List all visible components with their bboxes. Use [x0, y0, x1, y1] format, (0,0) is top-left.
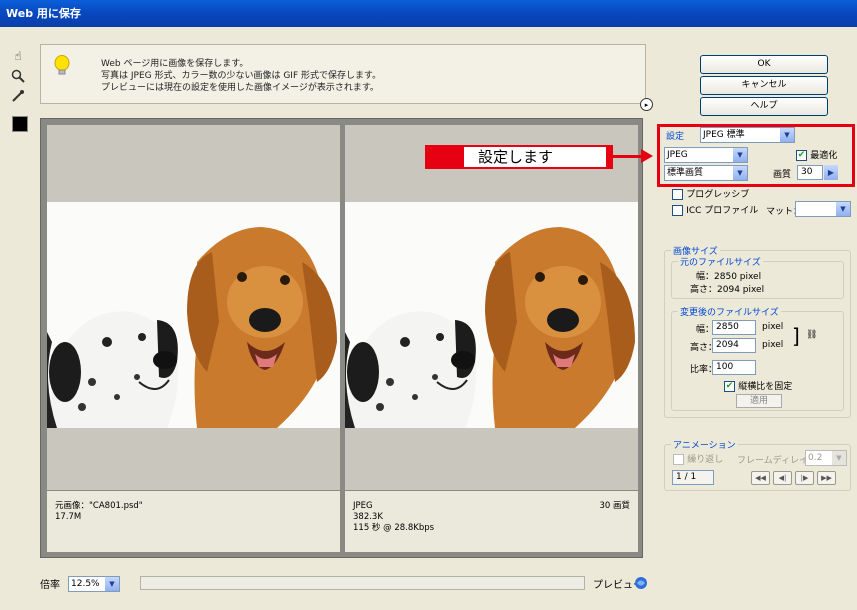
progressive-checkbox[interactable]: プログレッシブ [672, 187, 749, 200]
loop-checkbox[interactable]: 繰り返し [673, 452, 723, 465]
hand-tool-icon[interactable]: ☝ [8, 46, 28, 66]
cancel-button[interactable]: キャンセル [700, 76, 828, 95]
chevron-down-icon: ▼ [836, 202, 850, 216]
callout-label: 設定します [425, 145, 613, 169]
frame-delay-value: 0.2 [808, 453, 823, 463]
checkmark-icon: ✔ [724, 380, 735, 392]
original-size-title: 元のファイルサイズ [678, 255, 763, 268]
new-height-input[interactable]: 2094 [712, 338, 756, 353]
preview-band-bottom [47, 428, 340, 490]
optimized-filesize: 382.3K [353, 512, 383, 522]
matte-select[interactable]: ▼ [795, 201, 851, 217]
orig-height-value: 2094 pixel [717, 285, 765, 295]
original-filesize: 17.7M [55, 512, 82, 522]
animation-title: アニメーション [671, 438, 738, 451]
icc-profile-checkbox[interactable]: ICC プロファイル [672, 203, 758, 216]
ratio-input[interactable]: 100 [712, 360, 756, 375]
original-filename: 元画像："CA801.psd" [55, 501, 143, 511]
save-for-web-window: Web 用に保存 ☝ Web ページ用に画像を保存します。 写真は JPEG 形… [0, 0, 857, 610]
original-size-group: 元のファイルサイズ 幅：2850 pixel 高さ：2094 pixel [671, 255, 844, 299]
link-bracket-icon: ] [792, 324, 800, 348]
zoom-value: 12.5% [71, 579, 100, 589]
info-panel: Web ページ用に画像を保存します。 写真は JPEG 形式、カラー数の少ない画… [40, 44, 646, 104]
zoom-select[interactable]: 12.5% ▼ [68, 576, 120, 592]
eyedropper-tool-icon[interactable] [8, 86, 28, 106]
callout-arrow-icon [641, 149, 653, 163]
icc-profile-label: ICC プロファイル [686, 206, 759, 216]
original-preview-caption: 元画像："CA801.psd" 17.7M [47, 490, 340, 552]
width-unit: pixel [762, 322, 784, 332]
checkbox-empty-icon [672, 204, 683, 216]
ok-button[interactable]: OK [700, 55, 828, 74]
optimized-format: JPEG [353, 501, 373, 511]
original-preview-pane[interactable]: 元画像："CA801.psd" 17.7M [47, 125, 340, 552]
optimized-download-time: 115 秒 @ 28.8Kbps [353, 523, 435, 533]
lightbulb-icon [53, 55, 71, 77]
orig-width-label: 幅： [696, 272, 715, 282]
bottom-bar: 倍率 12.5% ▼ プレビュー [40, 574, 650, 594]
eyedropper-color-swatch[interactable] [12, 116, 28, 132]
preview-area: 元画像："CA801.psd" 17.7M JPEG 382.3K 115 秒 … [40, 118, 643, 558]
preview-menu-icon[interactable]: ▸ [640, 98, 653, 111]
orig-width-value: 2850 pixel [714, 272, 762, 282]
zoom-tool-icon[interactable] [8, 66, 28, 86]
checkbox-empty-icon [672, 188, 683, 200]
next-frame-icon[interactable]: |▶ [795, 471, 814, 485]
frame-delay-select[interactable]: 0.2 ▼ [805, 450, 847, 466]
height-unit: pixel [762, 340, 784, 350]
optimized-preview-pane[interactable]: JPEG 382.3K 115 秒 @ 28.8Kbps 30 画質 [345, 125, 638, 552]
loop-label: 繰り返し [687, 455, 724, 465]
preview-band-bottom [345, 428, 638, 490]
status-bar [140, 576, 585, 590]
frame-delay-label: フレームディレイ [737, 456, 809, 466]
first-frame-icon[interactable]: ◀◀ [751, 471, 770, 485]
chain-link-icon: ⛓ [806, 330, 818, 340]
tool-column: ☝ [8, 46, 30, 106]
new-size-group: 変更後のファイルサイズ 幅： 2850 pixel 高さ： 2094 pixel… [671, 305, 844, 411]
constrain-label: 縦横比を固定 [738, 382, 793, 392]
optimized-quality: 30 画質 [599, 501, 630, 511]
zoom-label: 倍率 [40, 580, 60, 591]
help-button[interactable]: ヘルプ [700, 97, 828, 116]
info-line-1: Web ページ用に画像を保存します。 [101, 59, 249, 69]
info-line-3: プレビューには現在の設定を使用した画像イメージが表示されます。 [101, 83, 379, 93]
constrain-checkbox[interactable]: ✔ 縦横比を固定 [724, 379, 792, 392]
original-dog-photo [47, 202, 340, 428]
orig-height-label: 高さ： [690, 285, 718, 295]
preview-band-top [47, 125, 340, 202]
new-size-title: 変更後のファイルサイズ [678, 305, 781, 318]
image-size-group: 画像サイズ 元のファイルサイズ 幅：2850 pixel 高さ：2094 pix… [664, 244, 851, 418]
settings-highlight-box [657, 124, 855, 187]
window-title: Web 用に保存 [0, 0, 857, 27]
checkbox-empty-icon [673, 453, 684, 465]
frame-counter: 1 / 1 [672, 470, 714, 485]
info-line-2: 写真は JPEG 形式、カラー数の少ない画像は GIF 形式で保存します。 [101, 71, 382, 81]
optimized-preview-caption: JPEG 382.3K 115 秒 @ 28.8Kbps 30 画質 [345, 490, 638, 552]
callout-text: 設定します [462, 145, 608, 169]
apply-button[interactable]: 適用 [736, 394, 782, 408]
callout-arrow-line [613, 155, 643, 158]
chevron-down-icon: ▼ [105, 577, 119, 591]
previous-frame-icon[interactable]: ◀| [773, 471, 792, 485]
browser-preview-icon[interactable] [634, 576, 648, 593]
progressive-label: プログレッシブ [686, 190, 750, 200]
last-frame-icon[interactable]: ▶▶ [817, 471, 836, 485]
optimized-dog-photo [345, 202, 638, 428]
new-width-input[interactable]: 2850 [712, 320, 756, 335]
chevron-down-icon: ▼ [832, 451, 846, 465]
